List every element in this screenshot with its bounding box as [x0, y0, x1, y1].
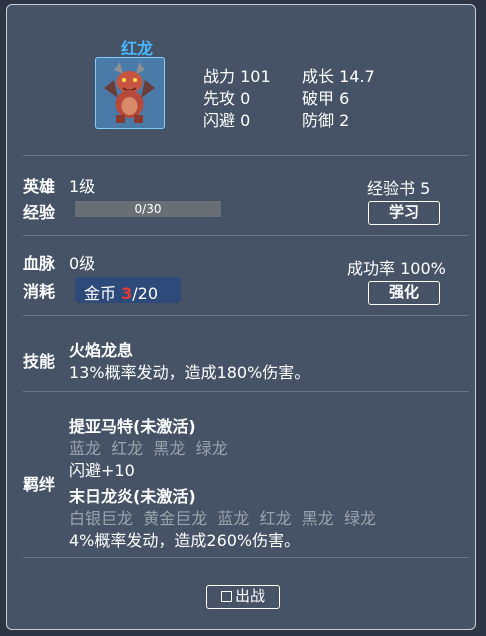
dodge-value: 0 [240, 111, 251, 130]
coin-required: /20 [132, 284, 158, 303]
bond-member: 黄金巨龙 [143, 509, 208, 528]
bond-member: 白银巨龙 [69, 509, 134, 528]
exp-book: 经验书 5 [367, 175, 430, 199]
power-value: 101 [240, 67, 271, 86]
deploy-checkbox[interactable] [220, 591, 232, 602]
coin-cost-pill: 金币 3/20 [75, 277, 181, 303]
bond-member: 绿龙 [343, 509, 376, 528]
bond-member: 绿龙 [195, 439, 228, 458]
bond-title: 末日龙炎(未激活) [69, 487, 196, 506]
stat-power: 战力 101 [203, 63, 271, 87]
dodge-label: 闪避 [203, 111, 236, 130]
growth-value: 14.7 [339, 67, 375, 86]
success-rate-value: 100% [400, 259, 446, 278]
coin-cost: 金币 3/20 [84, 280, 158, 304]
bond-member: 黑龙 [301, 509, 334, 528]
bond-member: 红龙 [259, 509, 292, 528]
enhance-button[interactable]: 强化 [368, 281, 440, 305]
divider [23, 235, 469, 236]
exp-book-count: 5 [420, 179, 431, 198]
bond-effect: 4%概率发动，造成260%伤害。 [69, 531, 301, 550]
hero-name: 红龙 [120, 39, 153, 58]
armor-break-label: 破甲 [302, 89, 335, 108]
initiative-label: 先攻 [203, 89, 236, 108]
stat-armor-break: 破甲 6 [302, 85, 349, 109]
stat-defense: 防御 2 [302, 107, 349, 131]
skill-name: 火焰龙息 [69, 341, 134, 360]
success-rate: 成功率 100% [347, 255, 446, 279]
success-rate-label: 成功率 [347, 259, 396, 278]
divider [23, 155, 469, 156]
bond-member: 蓝龙 [217, 509, 250, 528]
stat-growth: 成长 14.7 [302, 63, 375, 87]
hero-portrait [95, 57, 165, 129]
exp-book-label: 经验书 [367, 179, 416, 198]
exp-progress-bar: 0/30 [75, 201, 221, 217]
bond-member: 蓝龙 [69, 439, 102, 458]
stat-dodge: 闪避 0 [203, 107, 250, 131]
skill-description: 13%概率发动，造成180%伤害。 [69, 363, 311, 382]
hero-level-label: 英雄 [23, 177, 56, 196]
bond-title: 提亚马特(未激活) [69, 417, 196, 436]
hero-detail-panel: 红龙 战力 101 成长 14.7 先攻 0 破甲 6 闪避 0 防御 2 英雄… [6, 4, 476, 630]
divider [23, 315, 469, 316]
defense-label: 防御 [302, 111, 335, 130]
exp-progress-text: 0/30 [134, 202, 162, 216]
exp-label: 经验 [23, 203, 56, 222]
deploy-button[interactable]: 出战 [206, 585, 280, 609]
bond-members: 蓝龙 红龙 黑龙 绿龙 [69, 435, 228, 459]
divider [23, 557, 469, 558]
red-dragon-icon [104, 62, 155, 123]
coin-label: 金币 [84, 284, 117, 303]
bond-effect: 闪避+10 [69, 461, 135, 480]
stat-initiative: 先攻 0 [203, 85, 250, 109]
coin-current: 3 [121, 284, 133, 303]
power-label: 战力 [203, 67, 236, 86]
armor-break-value: 6 [339, 89, 350, 108]
initiative-value: 0 [240, 89, 251, 108]
bond-member: 黑龙 [153, 439, 186, 458]
divider [23, 391, 469, 392]
bloodline-label: 血脉 [23, 254, 56, 273]
hero-level-value: 1级 [69, 177, 96, 196]
defense-value: 2 [339, 111, 350, 130]
bond-label: 羁绊 [23, 475, 56, 494]
learn-button[interactable]: 学习 [368, 201, 440, 225]
growth-label: 成长 [302, 67, 335, 86]
deploy-label: 出战 [234, 587, 265, 605]
skill-label: 技能 [23, 352, 56, 371]
bloodline-level: 0级 [69, 254, 96, 273]
cost-label: 消耗 [23, 282, 56, 301]
bond-members: 白银巨龙 黄金巨龙 蓝龙 红龙 黑龙 绿龙 [69, 505, 376, 529]
bond-member: 红龙 [111, 439, 144, 458]
